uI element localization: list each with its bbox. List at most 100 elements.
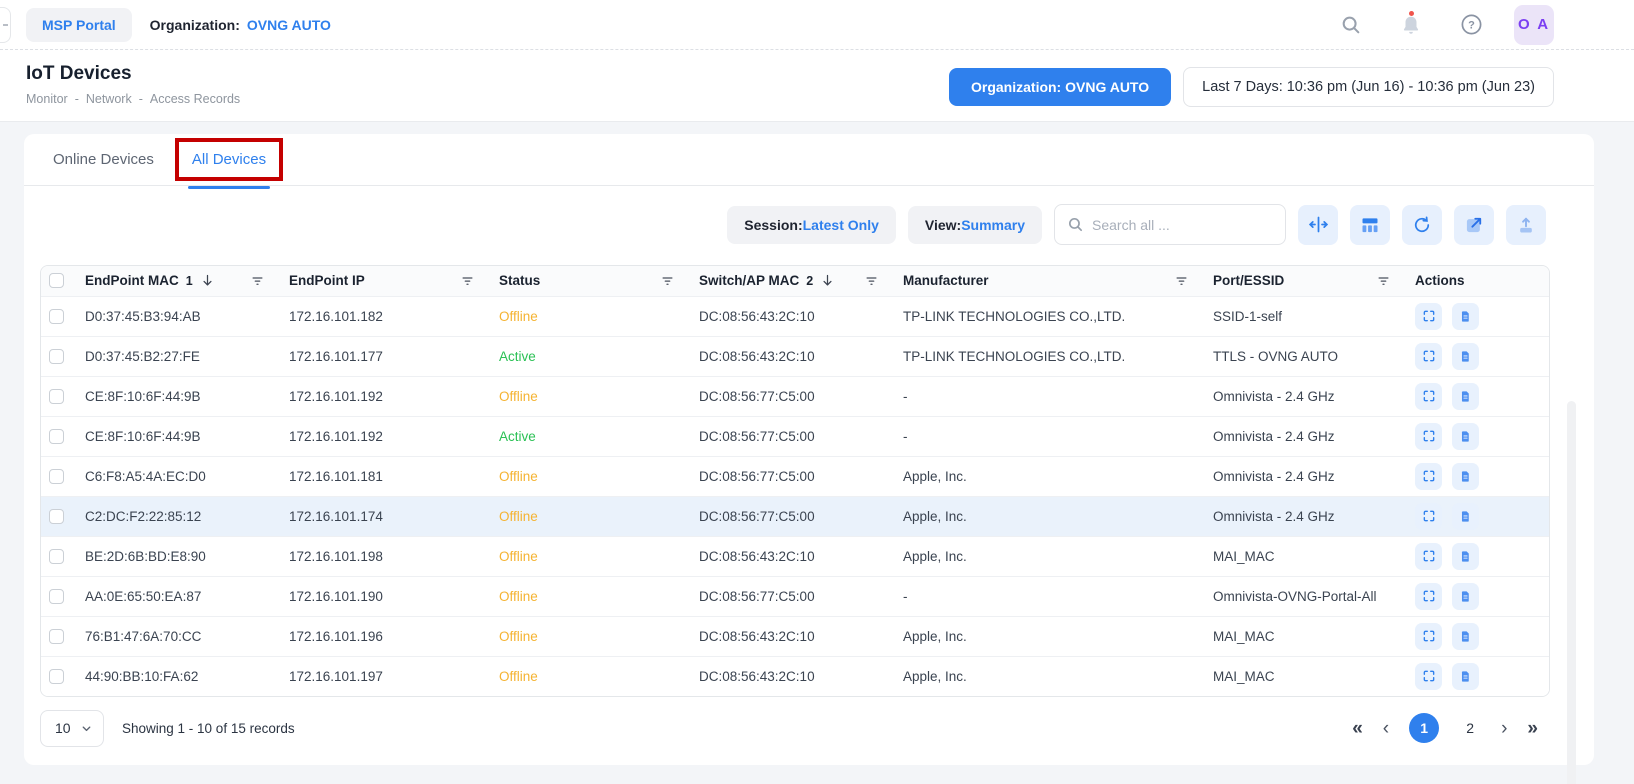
details-document-button[interactable] xyxy=(1452,503,1479,530)
expand-row-button[interactable] xyxy=(1415,463,1442,490)
row-checkbox[interactable] xyxy=(49,549,64,564)
cell-switch-ap-mac: DC:08:56:43:2C:10 xyxy=(685,536,889,576)
filter-icon[interactable] xyxy=(1174,273,1189,288)
expand-row-button[interactable] xyxy=(1415,583,1442,610)
breadcrumb-item[interactable]: Monitor xyxy=(26,92,68,106)
column-header-status[interactable]: Status xyxy=(485,266,685,296)
first-page-button[interactable]: « xyxy=(1352,719,1363,738)
row-checkbox[interactable] xyxy=(49,429,64,444)
table-row[interactable]: CE:8F:10:6F:44:9B 172.16.101.192 Offline… xyxy=(41,376,1549,416)
filter-icon[interactable] xyxy=(250,273,265,288)
filter-icon[interactable] xyxy=(864,273,879,288)
table-row[interactable]: D0:37:45:B2:27:FE 172.16.101.177 Active … xyxy=(41,336,1549,376)
notifications-bell-icon[interactable] xyxy=(1398,12,1424,38)
session-filter-chip[interactable]: Session:Latest Only xyxy=(727,206,896,244)
filter-icon[interactable] xyxy=(460,273,475,288)
sort-desc-arrow-icon[interactable] xyxy=(200,273,215,288)
table-row[interactable]: D0:37:45:B3:94:AB 172.16.101.182 Offline… xyxy=(41,296,1549,336)
export-button[interactable] xyxy=(1506,205,1546,245)
document-icon xyxy=(1459,590,1472,603)
row-checkbox[interactable] xyxy=(49,589,64,604)
details-document-button[interactable] xyxy=(1452,383,1479,410)
filter-icon[interactable] xyxy=(660,273,675,288)
expand-row-button[interactable] xyxy=(1415,663,1442,690)
expand-row-button[interactable] xyxy=(1415,303,1442,330)
sidebar-collapse-handle[interactable] xyxy=(0,7,11,43)
date-range-picker[interactable]: Last 7 Days: 10:36 pm (Jun 16) - 10:36 p… xyxy=(1183,67,1554,107)
expand-row-button[interactable] xyxy=(1415,343,1442,370)
page-number-1[interactable]: 1 xyxy=(1409,713,1439,743)
row-actions xyxy=(1415,537,1539,576)
expand-row-button[interactable] xyxy=(1415,423,1442,450)
tab-all-devices-with-annotation-box[interactable]: All Devices xyxy=(175,138,283,181)
table-row[interactable]: 76:B1:47:6A:70:CC 172.16.101.196 Offline… xyxy=(41,616,1549,656)
details-document-button[interactable] xyxy=(1452,303,1479,330)
expand-row-button[interactable] xyxy=(1415,503,1442,530)
column-header-port-essid[interactable]: Port/ESSID xyxy=(1199,266,1401,296)
details-document-button[interactable] xyxy=(1452,623,1479,650)
page-size-select[interactable]: 10 xyxy=(40,710,104,747)
view-value: Summary xyxy=(961,217,1025,233)
row-checkbox[interactable] xyxy=(49,309,64,324)
cell-endpoint-mac: D0:37:45:B3:94:AB xyxy=(71,296,275,336)
user-avatar[interactable]: O A xyxy=(1514,5,1554,45)
details-document-button[interactable] xyxy=(1452,343,1479,370)
column-header-manufacturer[interactable]: Manufacturer xyxy=(889,266,1199,296)
refresh-button[interactable] xyxy=(1402,205,1442,245)
organization-value-link[interactable]: OVNG AUTO xyxy=(247,17,331,33)
table-row[interactable]: C2:DC:F2:22:85:12 172.16.101.174 Offline… xyxy=(41,496,1549,536)
details-document-button[interactable] xyxy=(1452,463,1479,490)
row-checkbox[interactable] xyxy=(49,669,64,684)
search-box xyxy=(1054,204,1286,245)
next-page-button[interactable]: › xyxy=(1501,719,1507,738)
view-filter-chip[interactable]: View:Summary xyxy=(908,206,1042,244)
filter-icon[interactable] xyxy=(1376,273,1391,288)
details-document-button[interactable] xyxy=(1452,583,1479,610)
row-checkbox[interactable] xyxy=(49,389,64,404)
table-row[interactable]: AA:0E:65:50:EA:87 172.16.101.190 Offline… xyxy=(41,576,1549,616)
row-checkbox[interactable] xyxy=(49,469,64,484)
column-header-endpoint-ip[interactable]: EndPoint IP xyxy=(275,266,485,296)
cell-status: Offline xyxy=(485,376,685,416)
search-input[interactable] xyxy=(1092,217,1273,233)
breadcrumb-item[interactable]: Access Records xyxy=(150,92,240,106)
page-number-2[interactable]: 2 xyxy=(1459,720,1481,736)
cell-manufacturer: Apple, Inc. xyxy=(889,456,1199,496)
cell-port-essid: MAI_MAC xyxy=(1199,616,1401,656)
organization-selector-button[interactable]: Organization: OVNG AUTO xyxy=(949,68,1171,106)
search-icon[interactable] xyxy=(1338,12,1364,38)
expand-row-button[interactable] xyxy=(1415,383,1442,410)
breadcrumb-item[interactable]: Network xyxy=(86,92,132,106)
tab-online-devices[interactable]: Online Devices xyxy=(40,142,167,177)
column-header-switch-ap-mac[interactable]: Switch/AP MAC 2 xyxy=(685,266,889,296)
sort-desc-arrow-icon[interactable] xyxy=(820,273,835,288)
last-page-button[interactable]: » xyxy=(1527,719,1538,738)
cell-endpoint-ip: 172.16.101.197 xyxy=(275,656,485,696)
table-scrollbar[interactable] xyxy=(1567,401,1576,784)
row-checkbox[interactable] xyxy=(49,349,64,364)
row-checkbox[interactable] xyxy=(49,509,64,524)
notification-dot xyxy=(1409,11,1414,16)
session-value: Latest Only xyxy=(803,217,879,233)
expand-fullscreen-icon xyxy=(1422,349,1436,363)
open-external-button[interactable] xyxy=(1454,205,1494,245)
msp-portal-button[interactable]: MSP Portal xyxy=(26,8,132,42)
expand-row-button[interactable] xyxy=(1415,623,1442,650)
expand-row-button[interactable] xyxy=(1415,543,1442,570)
table-row[interactable]: C6:F8:A5:4A:EC:D0 172.16.101.181 Offline… xyxy=(41,456,1549,496)
select-all-checkbox[interactable] xyxy=(49,273,64,288)
table-row[interactable]: CE:8F:10:6F:44:9B 172.16.101.192 Active … xyxy=(41,416,1549,456)
cell-status: Offline xyxy=(485,496,685,536)
help-icon[interactable]: ? xyxy=(1458,12,1484,38)
previous-page-button[interactable]: ‹ xyxy=(1383,719,1389,738)
table-row[interactable]: BE:2D:6B:BD:E8:90 172.16.101.198 Offline… xyxy=(41,536,1549,576)
column-resize-button[interactable] xyxy=(1298,205,1338,245)
details-document-button[interactable] xyxy=(1452,423,1479,450)
table-row[interactable]: 44:90:BB:10:FA:62 172.16.101.197 Offline… xyxy=(41,656,1549,696)
sort-order-badge: 2 xyxy=(806,274,813,288)
details-document-button[interactable] xyxy=(1452,543,1479,570)
row-checkbox[interactable] xyxy=(49,629,64,644)
column-header-endpoint-mac[interactable]: EndPoint MAC 1 xyxy=(71,266,275,296)
details-document-button[interactable] xyxy=(1452,663,1479,690)
columns-settings-button[interactable] xyxy=(1350,205,1390,245)
